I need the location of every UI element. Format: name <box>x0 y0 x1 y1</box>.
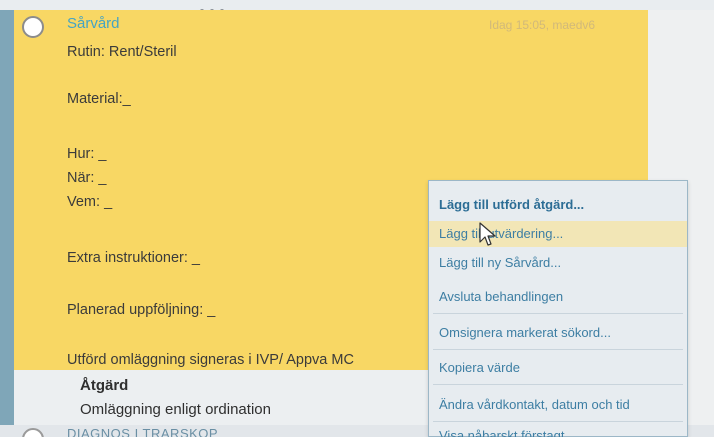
menu-separator <box>433 349 683 350</box>
menu-item-resign-keyword[interactable]: Omsignera markerat sökord... <box>429 321 687 345</box>
menu-separator <box>433 421 683 422</box>
how-line: Hur: _ <box>67 146 107 162</box>
routine-line: Rutin: Rent/Steril <box>67 44 177 60</box>
screen: Sårvård Idag 15:05, maedv6 Rutin: Rent/S… <box>0 0 714 437</box>
context-menu: Lägg till utförd åtgärd... Lägg till utv… <box>428 180 688 437</box>
mouse-cursor-icon <box>479 222 496 246</box>
material-line: Material:_ <box>67 91 131 107</box>
signed-line: Utförd omläggning signeras i IVP/ Appva … <box>67 352 354 368</box>
card-title[interactable]: Sårvård <box>67 15 120 32</box>
action-text: Omläggning enligt ordination <box>80 401 271 418</box>
menu-item-add-performed-action[interactable]: Lägg till utförd åtgärd... <box>429 193 687 217</box>
menu-item-change-care-contact[interactable]: Ändra vårdkontakt, datum och tid <box>429 393 687 417</box>
when-line: När: _ <box>67 170 107 186</box>
next-section-label[interactable]: DIAGNOS I TRARSKOP <box>67 426 218 437</box>
card-select-radio[interactable] <box>22 16 44 38</box>
card-timestamp: Idag 15:05, maedv6 <box>489 18 596 32</box>
left-accent-bar <box>0 10 14 425</box>
menu-item-copy-value[interactable]: Kopiera värde <box>429 356 687 380</box>
menu-item-add-new-wound-care[interactable]: Lägg till ny Sårvård... <box>429 251 687 275</box>
extra-instructions-line: Extra instruktioner: _ <box>67 250 200 266</box>
partial-content-dots <box>200 0 240 13</box>
menu-separator <box>433 313 683 314</box>
menu-item-add-evaluation[interactable]: Lägg till utvärdering... <box>429 221 687 247</box>
menu-item-end-treatment[interactable]: Avsluta behandlingen <box>429 285 687 309</box>
action-heading: Åtgärd <box>80 377 129 394</box>
who-line: Vem: _ <box>67 194 113 210</box>
menu-separator <box>433 384 683 385</box>
planned-followup-line: Planerad uppföljning: _ <box>67 302 216 318</box>
menu-item-partial[interactable]: Visa nåbarskt förstagt… <box>429 427 687 437</box>
